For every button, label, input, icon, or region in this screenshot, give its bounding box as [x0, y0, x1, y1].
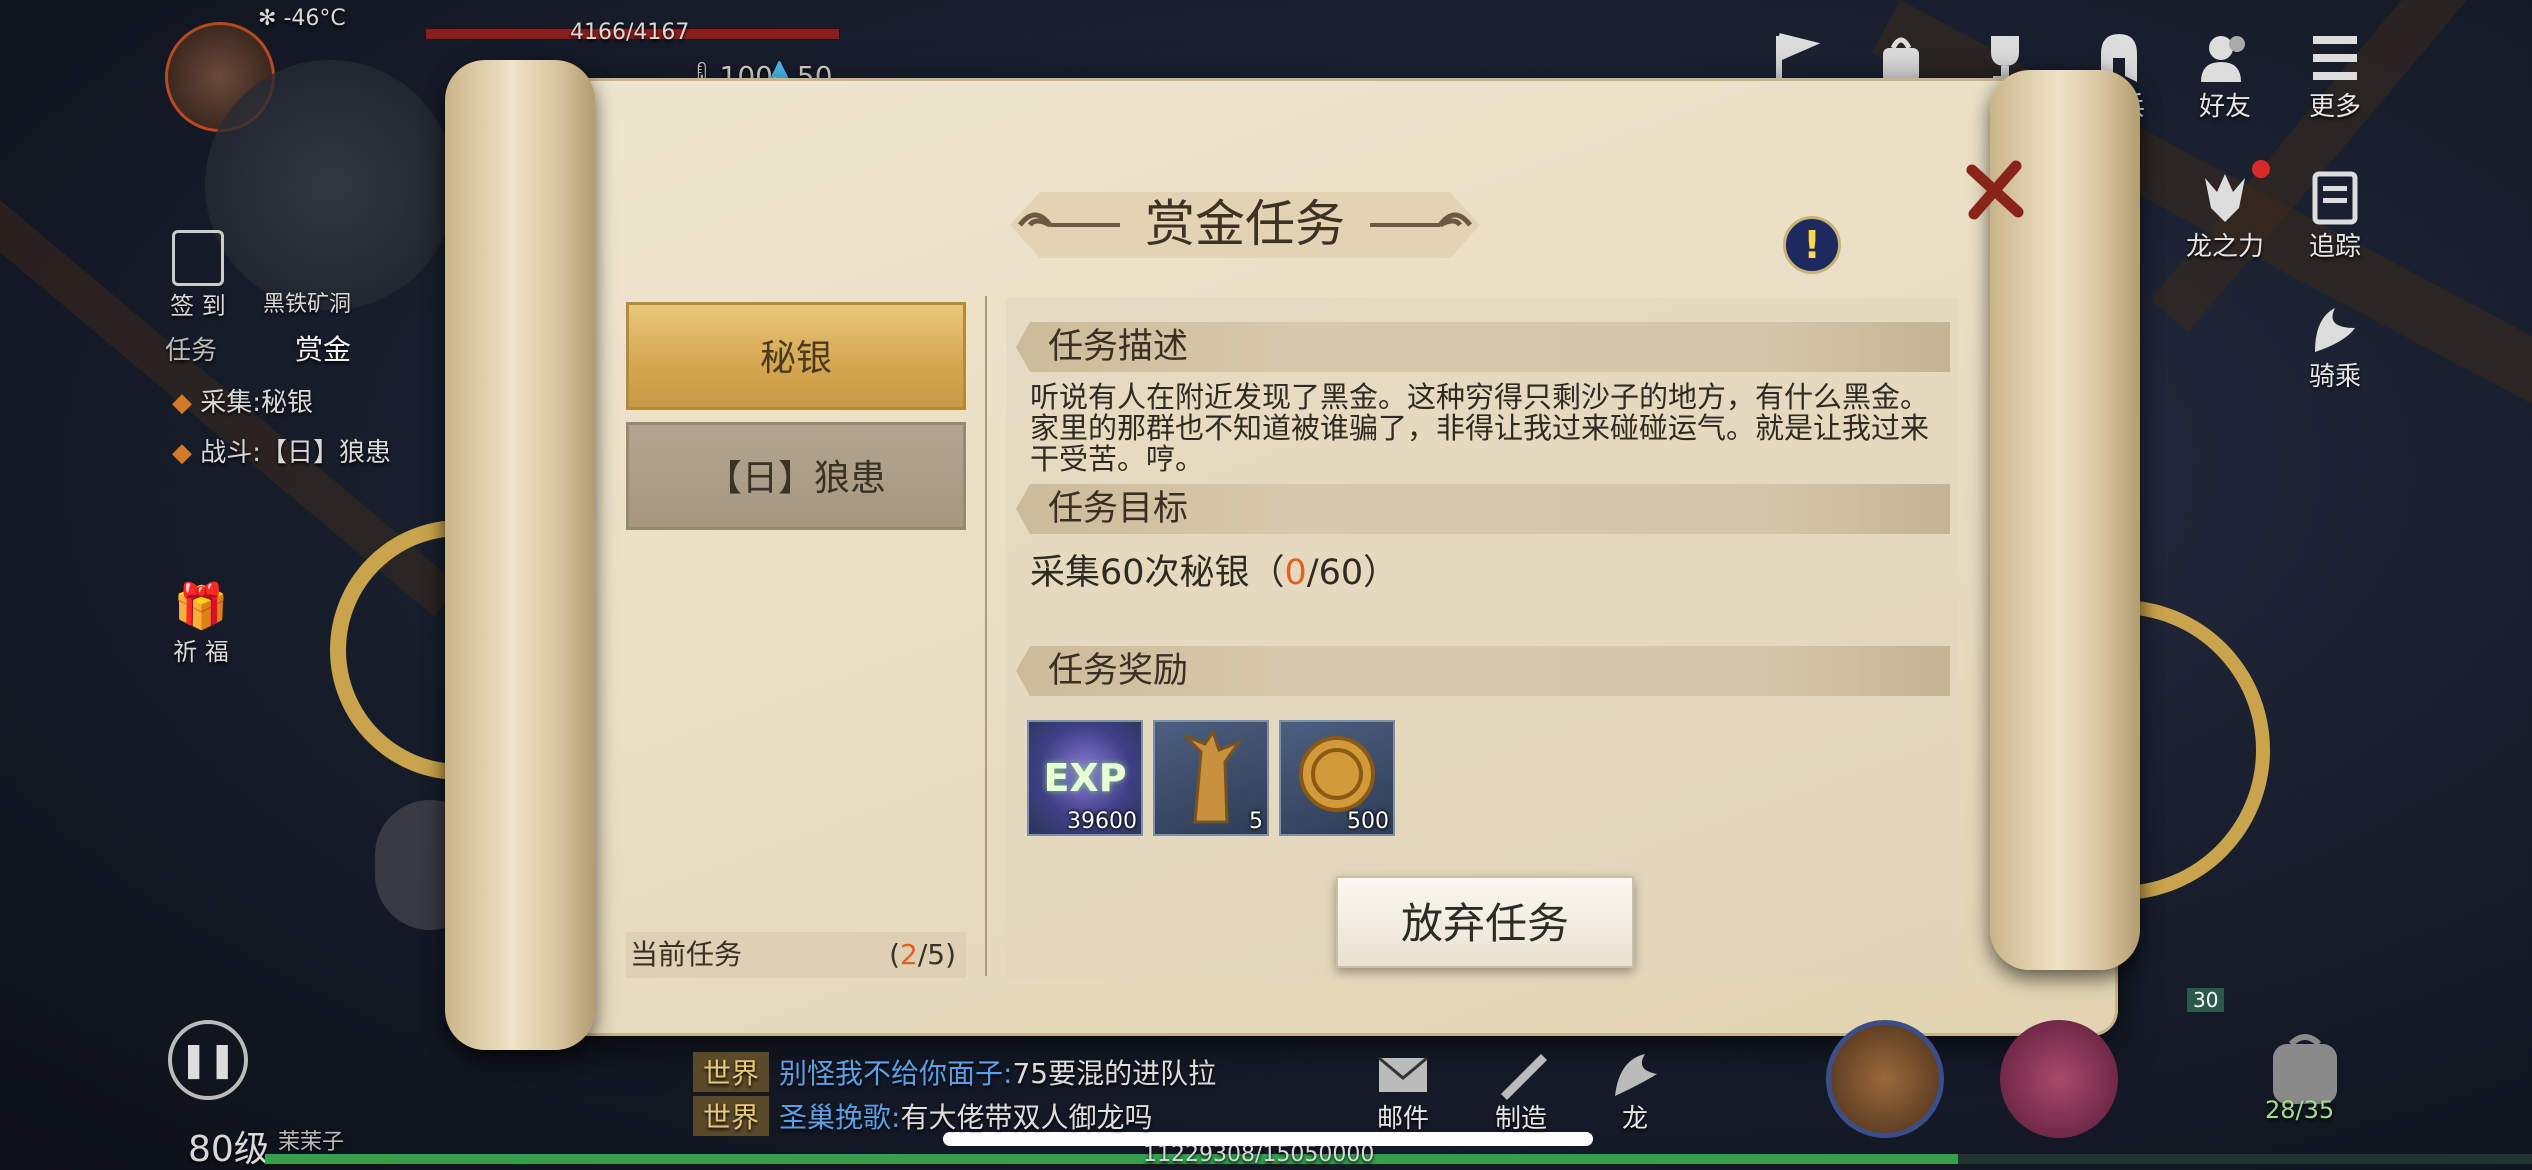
pause-icon: ❚❚ — [179, 1040, 237, 1080]
task-goal: 采集60次秘银（0/60） — [1030, 553, 1399, 593]
sign-in-button[interactable]: 签 到 — [165, 230, 231, 321]
clipboard-icon — [172, 230, 224, 286]
tracking-list-icon — [2312, 171, 2358, 225]
chat-sender[interactable]: 圣巢挽歌: — [779, 1101, 900, 1134]
tab-mithril[interactable]: 秘银 — [626, 302, 966, 410]
goal-progress: 0 — [1284, 553, 1307, 593]
section-header-goal: 任务目标 — [1016, 484, 1950, 534]
craft-icon — [1501, 1054, 1547, 1100]
tracking-button[interactable]: 追踪 — [2280, 168, 2390, 263]
section-header-reward: 任务奖励 — [1016, 646, 1950, 696]
skill-button[interactable] — [2000, 1020, 2118, 1138]
tab-task[interactable]: 任务 — [165, 330, 217, 367]
exp-bar-fill — [265, 1154, 1959, 1164]
task-list-item[interactable]: ◆ 战斗:【日】狼患 — [172, 432, 391, 469]
mount-button[interactable]: 骑乘 — [2280, 298, 2390, 393]
chat-message[interactable]: 世界 别怪我不给你面子:75要混的进队拉 — [693, 1052, 1216, 1092]
scroll-roll-left — [445, 60, 595, 1050]
pause-button[interactable]: ❚❚ — [168, 1020, 248, 1100]
current-task-row: 当前任务 (2/5) — [626, 932, 966, 978]
task-description: 听说有人在附近发现了黑金。这种穷得只剩沙子的地方，有什么黑金。家里的那群也不知道… — [1030, 380, 1930, 476]
chat-channel: 世界 — [693, 1052, 770, 1092]
bag-count: 28/35 — [2265, 1096, 2335, 1124]
task-list-item[interactable]: ◆ 采集:秘银 — [172, 382, 313, 419]
bag-button[interactable]: 28/35 — [2255, 1030, 2355, 1130]
tab-wolf-plague[interactable]: 【日】狼患 — [626, 422, 966, 530]
reward-item-wood[interactable]: 5 — [1153, 720, 1269, 836]
reward-item-gold[interactable]: 500 — [1279, 720, 1395, 836]
close-button[interactable] — [1960, 156, 2030, 226]
close-icon — [1966, 160, 2024, 220]
chat-text: 75要混的进队拉 — [1012, 1057, 1217, 1090]
small-badge: 30 — [2187, 988, 2225, 1012]
player-name: 茉茉子 — [278, 1130, 345, 1155]
friends-button[interactable]: 好友 — [2170, 28, 2280, 123]
chat-message[interactable]: 世界 圣巢挽歌:有大佬带双人御龙吗 — [693, 1096, 1152, 1136]
diamond-icon: ◆ — [172, 388, 192, 418]
tab-bounty[interactable]: 赏金 — [295, 328, 351, 368]
reward-item-exp[interactable]: EXP 39600 — [1027, 720, 1143, 836]
diamond-icon: ◆ — [172, 438, 192, 468]
map-location-label: 黑铁矿洞 — [263, 292, 352, 317]
temperature-readout: ✻ -46°C — [258, 6, 346, 31]
player-level: 80级 — [188, 1129, 270, 1170]
minimap[interactable] — [205, 60, 455, 310]
section-header-description: 任务描述 — [1016, 322, 1950, 372]
exp-bar — [265, 1154, 2532, 1164]
friends-icon — [2201, 36, 2245, 82]
current-task-label: 当前任务 — [630, 938, 743, 971]
chat-text: 有大佬带双人御龙吗 — [900, 1101, 1153, 1134]
abandon-task-button[interactable]: 放弃任务 — [1336, 876, 1634, 968]
dragon-power-button[interactable]: 龙之力 — [2170, 168, 2280, 263]
panel-title-banner: 赏金任务 — [1000, 180, 1490, 270]
snowflake-icon: ✻ — [258, 6, 277, 31]
hp-text: 4166/4167 — [570, 20, 690, 45]
current-task-count: (2/5) — [889, 938, 956, 971]
mount-icon — [2315, 308, 2355, 352]
dragon-icon — [1615, 1054, 1657, 1096]
chat-channel: 世界 — [693, 1096, 770, 1136]
exp-icon: EXP — [1043, 756, 1127, 800]
mail-button[interactable]: 邮件 — [1348, 1050, 1458, 1135]
more-button[interactable]: 更多 — [2280, 28, 2390, 123]
chat-sender[interactable]: 别怪我不给你面子: — [779, 1057, 1012, 1090]
dragon-head-icon — [2205, 174, 2245, 222]
pray-button[interactable]: 🎁 祈 福 — [168, 580, 234, 667]
menu-icon — [2313, 36, 2357, 80]
craft-button[interactable]: 制造 — [1466, 1050, 1576, 1135]
gift-icon: 🎁 — [173, 581, 229, 632]
panel-title: 赏金任务 — [1145, 195, 1345, 253]
panel-divider — [985, 296, 987, 976]
dragon-button[interactable]: 龙 — [1580, 1050, 1690, 1135]
skill-button[interactable] — [1826, 1020, 1944, 1138]
notification-dot — [2252, 160, 2270, 178]
mail-icon — [1378, 1056, 1428, 1092]
exclamation-icon: ! — [1803, 223, 1821, 267]
info-button[interactable]: ! — [1783, 216, 1841, 274]
